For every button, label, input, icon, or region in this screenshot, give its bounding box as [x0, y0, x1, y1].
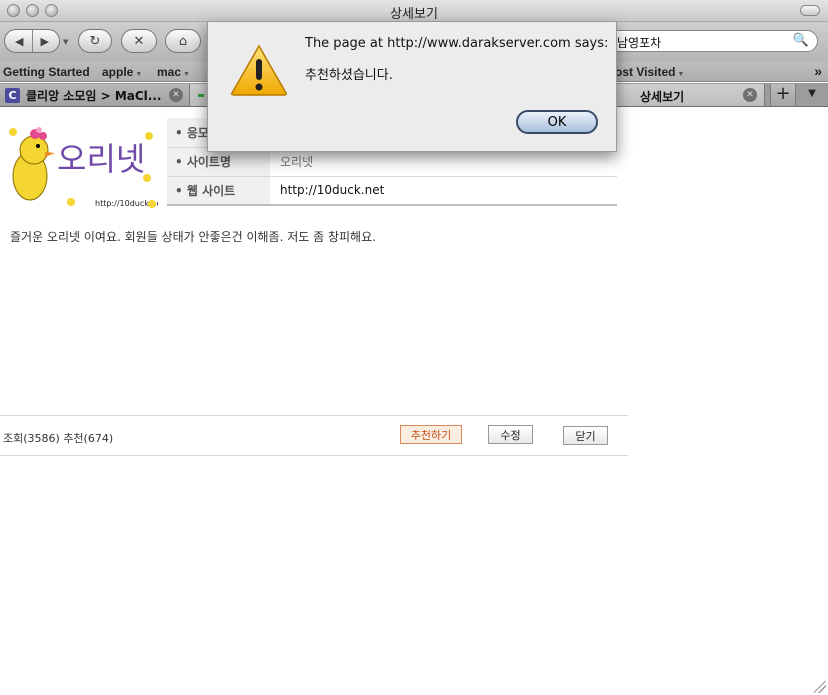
alert-dialog: The page at http://www.darakserver.com s…	[207, 22, 617, 152]
tab-favicon	[198, 93, 204, 97]
magnifier-icon[interactable]: 🔍	[793, 33, 809, 48]
dialog-message: The page at http://www.darakserver.com s…	[305, 36, 609, 51]
tab-label: 클리앙 소모임 > MaCl...	[26, 88, 162, 103]
page-content: 오리넷 http://10duck.net • 응모 • 사이트명 오리넷 • …	[0, 108, 828, 695]
back-forward-buttons[interactable]: ◀ ▶	[4, 29, 60, 53]
home-button[interactable]: ⌂	[165, 29, 201, 53]
view-recommend-stats: 조회(3586) 추천(674)	[3, 432, 114, 445]
tab-list-icon[interactable]: ▼	[802, 88, 822, 102]
stop-button[interactable]: ✕	[121, 29, 157, 53]
tab-label: 상세보기	[640, 90, 685, 104]
bookmark-label: mac	[157, 65, 182, 79]
search-input[interactable]: 남영포차 🔍	[602, 30, 818, 52]
search-value: 남영포차	[617, 36, 662, 50]
reload-button[interactable]: ↻	[78, 29, 112, 53]
ok-button[interactable]: OK	[516, 110, 598, 134]
tab-favicon: C	[5, 87, 20, 103]
logo-text: 오리넷	[57, 140, 145, 178]
bookmark-label: apple	[102, 65, 134, 79]
chevron-down-icon: ▼	[677, 71, 685, 78]
recommend-button[interactable]: 추천하기	[400, 425, 462, 444]
toolbar-toggle-button[interactable]	[800, 5, 820, 16]
row-label: • 웹 사이트	[167, 176, 270, 206]
bookmark-folder-mac[interactable]: mac ▼	[157, 65, 190, 79]
double-chevron-icon[interactable]: »	[814, 63, 822, 79]
resize-grip-icon[interactable]	[814, 681, 826, 693]
window-title: 상세보기	[390, 7, 438, 22]
website-link[interactable]: http://10duck.net	[270, 176, 617, 206]
back-arrow-icon[interactable]: ◀	[7, 35, 32, 48]
warning-icon	[231, 44, 287, 96]
home-icon: ⌂	[178, 33, 188, 49]
chevron-down-icon: ▼	[183, 71, 190, 78]
action-bar: 조회(3586) 추천(674) 추천하기 수정 닫기	[0, 415, 628, 456]
close-tab-icon[interactable]: ✕	[169, 88, 183, 102]
history-dropdown-icon[interactable]: ▼	[63, 38, 68, 46]
window-titlebar: 상세보기	[0, 0, 828, 22]
dialog-text: 추천하셨습니다.	[305, 68, 393, 83]
stop-icon: ✕	[133, 33, 145, 49]
chevron-down-icon: ▼	[135, 71, 143, 78]
forward-arrow-icon[interactable]: ▶	[33, 35, 58, 48]
edit-button[interactable]: 수정	[488, 425, 533, 444]
site-logo: 오리넷 http://10duck.net	[9, 127, 158, 208]
bookmark-folder-apple[interactable]: apple ▼	[102, 65, 142, 79]
close-tab-icon[interactable]: ✕	[743, 88, 757, 102]
table-row: • 웹 사이트 http://10duck.net	[167, 176, 617, 206]
tab-clien[interactable]: C 클리앙 소모임 > MaCl... ✕	[0, 84, 190, 106]
site-description: 즐거운 오리넷 이여요. 회원들 상태가 안좋은건 이해좀. 저도 좀 창피해요…	[10, 230, 376, 244]
bookmark-getting-started[interactable]: Getting Started	[3, 65, 90, 79]
new-tab-button[interactable]: +	[770, 84, 796, 106]
close-button[interactable]: 닫기	[563, 426, 608, 445]
reload-icon: ↻	[89, 33, 101, 49]
